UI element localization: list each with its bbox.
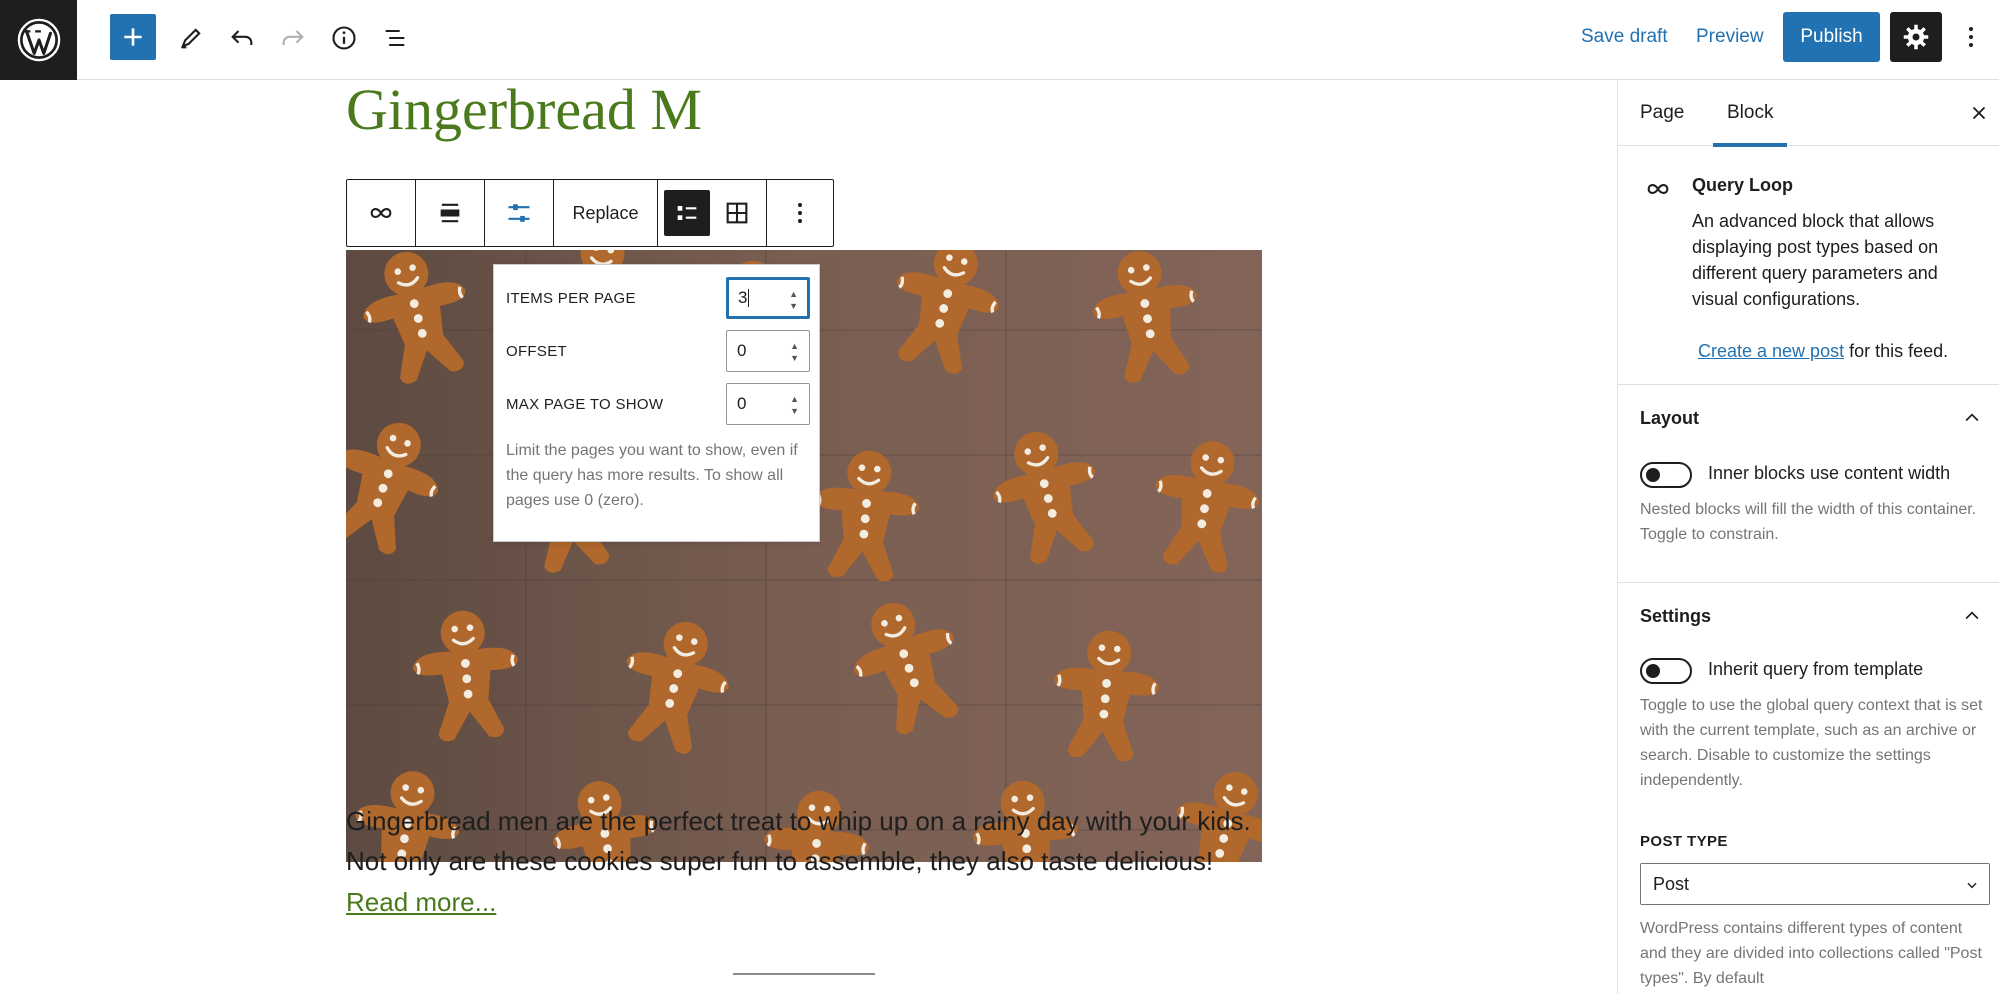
query-loop-icon — [370, 208, 392, 218]
undo-icon — [231, 30, 253, 45]
items-per-page-row: ITEMS PER PAGE 3 ▲ ▼ — [506, 277, 810, 319]
publish-button[interactable]: Publish — [1783, 12, 1880, 62]
max-page-row: MAX PAGE TO SHOW 0 ▲ ▼ — [506, 383, 810, 425]
list-view-toggle[interactable] — [664, 190, 710, 236]
block-toolbar: Replace — [346, 179, 834, 247]
editor-canvas: Gingerbread M Replace ITEMS PER PAGE 3 ▲… — [0, 81, 1617, 994]
add-block-button[interactable] — [110, 14, 156, 60]
chevron-up-icon — [1965, 413, 1979, 422]
list-view-button[interactable] — [371, 14, 419, 62]
layout-panel-title: Layout — [1640, 407, 1700, 428]
separator — [733, 973, 875, 975]
gear-icon — [1903, 24, 1929, 50]
settings-panel-title: Settings — [1640, 605, 1712, 626]
settings-button[interactable] — [1890, 12, 1942, 62]
number-spinner[interactable]: ▲ ▼ — [789, 289, 798, 311]
redo-button[interactable] — [269, 14, 317, 62]
undo-button[interactable] — [218, 14, 266, 62]
grid-icon — [726, 202, 748, 224]
query-loop-icon — [1644, 175, 1672, 208]
block-type-button[interactable] — [347, 180, 416, 246]
close-icon — [1972, 106, 1986, 120]
block-card-description: An advanced block that allows displaying… — [1692, 211, 1939, 309]
max-page-help: Limit the pages you want to show, even i… — [506, 442, 798, 509]
query-settings-popover: ITEMS PER PAGE 3 ▲ ▼ OFFSET 0 ▲ ▼ MAX PAGE… — [493, 264, 820, 542]
items-per-page-label: ITEMS PER PAGE — [506, 289, 636, 307]
items-per-page-value: 3 — [738, 288, 748, 307]
grid-view-toggle[interactable] — [714, 190, 760, 236]
preview-button[interactable]: Preview — [1696, 20, 1764, 54]
document-outline-icon — [385, 29, 405, 47]
offset-label: OFFSET — [506, 342, 567, 360]
post-type-select[interactable]: Post — [1640, 863, 1990, 905]
sidebar-tabs: Page Block — [1618, 80, 1999, 147]
replace-button[interactable]: Replace — [554, 180, 658, 246]
post-title[interactable]: Gingerbread M — [346, 81, 702, 139]
block-card-link-suffix: for this feed. — [1844, 341, 1949, 361]
align-wide-icon — [440, 203, 460, 223]
kebab-icon — [1969, 27, 1973, 47]
inherit-query-help: Toggle to use the global query context t… — [1640, 697, 1983, 789]
editor-top-bar: Save draft Preview Publish — [0, 0, 1999, 80]
more-vertical-icon — [798, 203, 802, 223]
post-type-help: WordPress contains different types of co… — [1640, 920, 1982, 987]
inherit-query-toggle[interactable] — [1640, 658, 1692, 684]
post-excerpt[interactable]: Gingerbread men are the perfect treat to… — [346, 801, 1276, 881]
content-width-toggle[interactable] — [1640, 462, 1692, 488]
details-button[interactable] — [320, 14, 368, 62]
tab-block[interactable]: Block — [1712, 80, 1789, 147]
chevron-down-icon — [1967, 882, 1977, 889]
content-width-help: Nested blocks will fill the width of thi… — [1640, 501, 1977, 543]
tools-button[interactable] — [167, 14, 215, 62]
wordpress-logo-button[interactable] — [0, 0, 77, 80]
max-page-label: MAX PAGE TO SHOW — [506, 395, 664, 413]
pencil-icon — [180, 28, 201, 49]
items-per-page-input[interactable]: 3 ▲ ▼ — [726, 277, 810, 319]
settings-panel-toggle[interactable]: Settings — [1618, 583, 1999, 649]
tab-page[interactable]: Page — [1640, 80, 1684, 146]
inherit-query-toggle-label: Inherit query from template — [1708, 659, 1924, 679]
sliders-icon — [508, 204, 530, 222]
offset-row: OFFSET 0 ▲ ▼ — [506, 330, 810, 372]
align-button[interactable] — [416, 180, 485, 246]
number-spinner[interactable]: ▲ ▼ — [790, 341, 799, 363]
close-sidebar-button[interactable] — [1964, 98, 1994, 128]
redo-icon — [282, 30, 304, 45]
block-card-link-line: Create a new post for this feed. — [1698, 341, 1948, 362]
number-spinner[interactable]: ▲ ▼ — [790, 394, 799, 416]
post-type-value: Post — [1653, 873, 1690, 894]
block-options-button[interactable] — [767, 180, 833, 246]
read-more-link[interactable]: Read more... — [346, 887, 496, 918]
list-icon — [677, 206, 697, 220]
settings-sidebar: Page Block Query Loop An advanced block … — [1617, 80, 1999, 994]
offset-value: 0 — [737, 341, 747, 360]
wordpress-icon — [17, 18, 60, 62]
layout-toggle-group — [658, 180, 767, 246]
info-icon — [332, 26, 356, 50]
create-new-post-link[interactable]: Create a new post — [1698, 341, 1844, 361]
text-caret — [748, 289, 750, 307]
content-width-toggle-label: Inner blocks use content width — [1708, 463, 1951, 483]
block-card-title: Query Loop — [1692, 175, 1794, 195]
display-settings-button[interactable] — [485, 180, 554, 246]
plus-icon — [124, 28, 142, 46]
block-card: Query Loop An advanced block that allows… — [1618, 147, 1999, 385]
post-type-label: POST TYPE — [1640, 833, 1728, 850]
options-menu-button[interactable] — [1956, 14, 1986, 60]
offset-input[interactable]: 0 ▲ ▼ — [726, 330, 810, 372]
chevron-up-icon — [1965, 611, 1979, 620]
max-page-input[interactable]: 0 ▲ ▼ — [726, 383, 810, 425]
layout-panel-toggle[interactable]: Layout — [1618, 385, 1999, 451]
save-draft-button[interactable]: Save draft — [1581, 20, 1668, 54]
max-page-value: 0 — [737, 394, 747, 413]
